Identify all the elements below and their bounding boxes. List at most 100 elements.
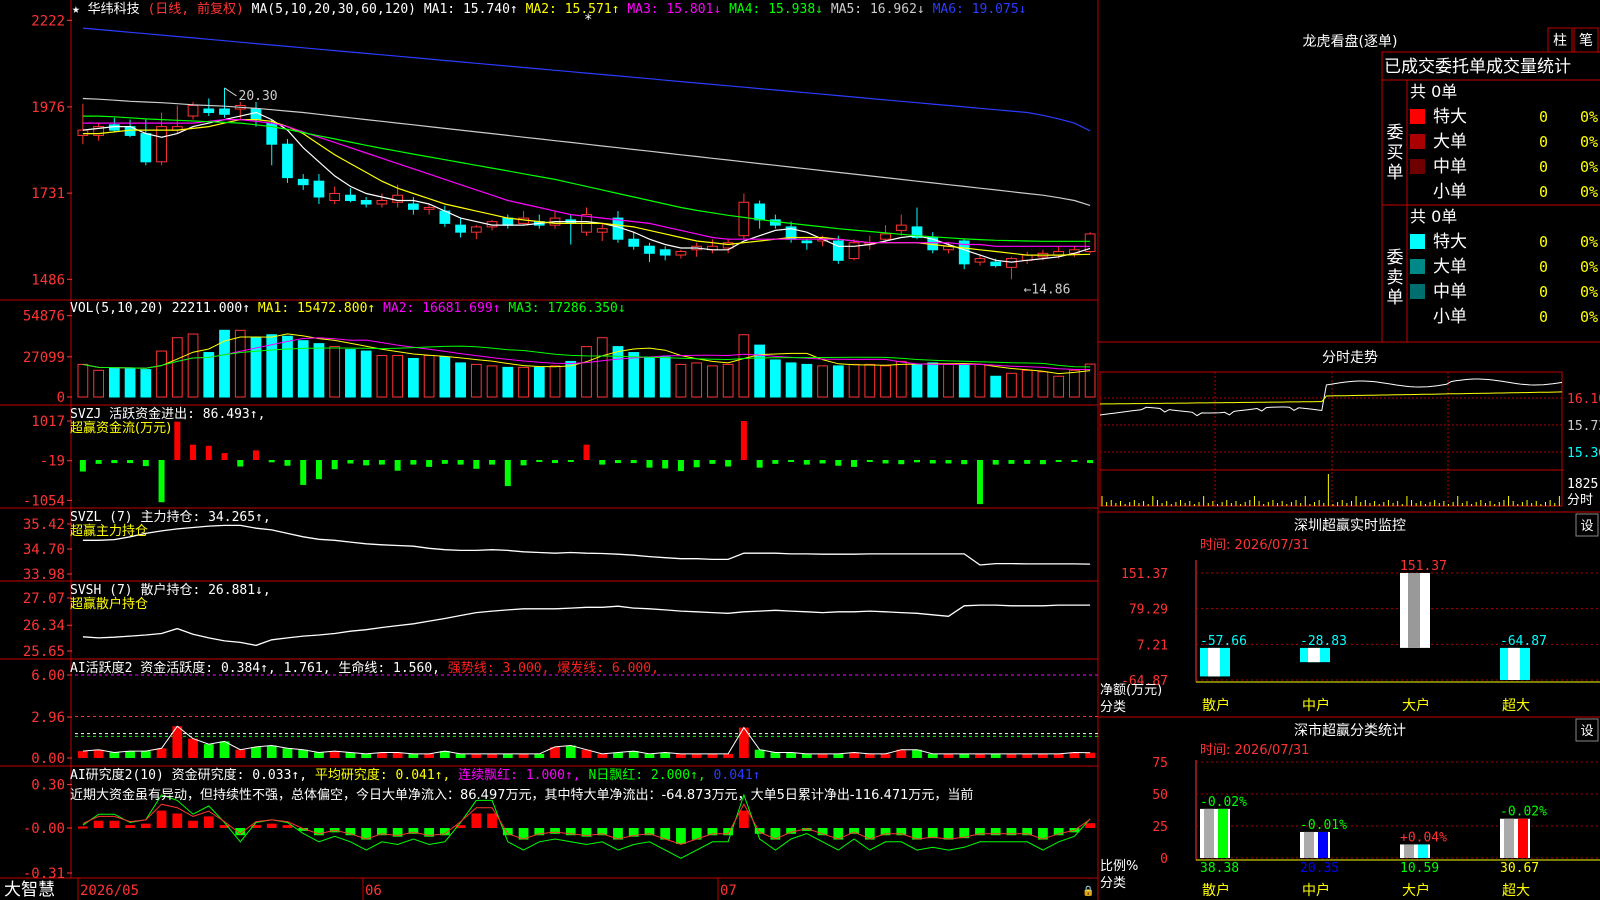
ma-value: MA6: 19.075↓ [933, 2, 1027, 17]
ma-line-ma5 [82, 97, 1091, 206]
svzj-bar [284, 460, 291, 466]
stats-title: 深市超赢分类统计 [1294, 722, 1406, 739]
svzj-bar [79, 460, 86, 472]
svzj-bar [190, 444, 197, 460]
candle-body [801, 240, 813, 244]
research-comment-box: 近期大资金虽有异动，但持续性不强，总体偏空，今日大单净流入：86.497万元，其… [70, 788, 973, 803]
svzj-bar [803, 460, 810, 465]
svzj-bar [252, 450, 259, 460]
volume-bar [864, 363, 876, 398]
svzj-bar [976, 460, 983, 505]
research-header: AI研究度2(10) 资金研究度: 0.033↑, 平均研究度: 0.041↑,… [70, 767, 761, 783]
volume-axis-label: 54876 [23, 309, 65, 325]
monitor-category: 中户 [1302, 697, 1330, 714]
ai-activity-bar [502, 753, 513, 758]
volume-bar [785, 362, 797, 398]
svzj-bar [394, 460, 401, 471]
volume-bar [470, 363, 482, 398]
monitor-category: 大户 [1402, 697, 1430, 714]
svzj-bar [929, 460, 936, 464]
stats-axis-label: 75 [1152, 756, 1168, 771]
research-header-item: N日飘红: 2.000↑, [588, 767, 713, 783]
buy-orders-row-count: 0 [1539, 158, 1548, 176]
ai-activity-bar [156, 748, 167, 758]
stock-analysis-screen: 222219761731148620.30←14.86*★ 华纬科技 (日线, … [0, 0, 1600, 900]
volume-bar [769, 359, 781, 398]
ma-params: MA(5,10,20,30,60,120) [252, 2, 424, 17]
buy-orders-row-count: 0 [1539, 108, 1548, 126]
ai-activity-bar [534, 753, 545, 758]
svzj-bar [1055, 460, 1062, 462]
monitor-cat-label: 分类 [1100, 700, 1126, 715]
monitor-bar-shade [1308, 647, 1320, 663]
research-bar [471, 813, 482, 828]
ai-activity-bar [565, 745, 576, 758]
sell-orders: 委卖单 共 0单特大 0 0% 大单 0 0% 中单 0 0% 小单 0 0% [1387, 207, 1599, 327]
research-bar [77, 826, 88, 829]
svzj-bar [205, 445, 212, 460]
svzj-bar [457, 460, 464, 465]
candle-body [392, 194, 404, 203]
candle-body [470, 226, 482, 233]
ai-activity-bar [219, 741, 230, 758]
price-axis-label: 1976 [31, 100, 65, 116]
stats-bar-1 [1300, 831, 1330, 858]
volume-label: VOL(5,10,20) [70, 301, 172, 316]
ai-activity-bar [975, 753, 985, 758]
stats-bar-change: +0.04% [1400, 830, 1447, 845]
ai-activity-bar [93, 749, 104, 758]
buy-orders-side-char: 委 [1387, 123, 1404, 143]
research-bar [188, 820, 198, 828]
svzj-bar [583, 444, 590, 460]
sell-orders-color-swatch [1410, 309, 1425, 324]
stats-bar-value: 10.59 [1400, 861, 1439, 876]
volume-bar [707, 365, 718, 398]
ai-activity-bar [455, 753, 466, 758]
volume-bar [156, 350, 167, 398]
research-bar [125, 825, 135, 828]
ai-axis-label: 0.00 [31, 751, 65, 767]
stats-bar-change: -0.01% [1300, 818, 1347, 833]
stats-axis-label: 25 [1152, 820, 1168, 835]
intraday-title: 分时走势 [1322, 350, 1378, 366]
ai-activity-bar [1053, 753, 1064, 758]
stats-bar-accent [1518, 818, 1528, 858]
research-bar [739, 810, 749, 828]
monitor-category: 散户 [1202, 697, 1230, 714]
stats-bar-2 [1400, 844, 1430, 858]
stats-category: 大户 [1402, 882, 1430, 899]
svzj-bar [851, 460, 858, 467]
buy-orders-total: 共 0单 [1410, 82, 1457, 101]
ma-line-ma1 [82, 111, 1091, 263]
ai-activity-bar [707, 753, 718, 758]
sell-orders-row-label: 中单 [1433, 282, 1467, 302]
svzj-bar [237, 460, 244, 467]
volume-axis-label: 27099 [23, 350, 65, 366]
buy-orders-row-label: 中单 [1433, 157, 1467, 177]
monitor-bar-value: -28.83 [1300, 634, 1347, 649]
volume-bar [203, 352, 215, 398]
candle-body [644, 245, 655, 254]
volume-bar [596, 337, 608, 398]
svzj-bar [788, 460, 795, 462]
volume-bar [518, 366, 529, 398]
sell-orders-row-label: 小单 [1433, 307, 1467, 327]
volume-bar [549, 365, 561, 398]
svzj-bar [945, 460, 952, 464]
volume-bar [895, 360, 907, 398]
order-section-title: 已成交委托单成交量统计 [1384, 57, 1571, 77]
volume-bar [722, 363, 734, 398]
candle-body [895, 224, 907, 231]
sell-orders-side-char: 卖 [1387, 268, 1404, 288]
monitor-bar-shade [1208, 647, 1220, 677]
sell-orders-row-count: 0 [1539, 233, 1548, 251]
svzj-bar [111, 460, 118, 464]
buy-orders-row-pct: 0% [1580, 133, 1598, 151]
ai-activity-bar [298, 749, 309, 758]
svzj-bar [1039, 460, 1046, 465]
monitor-bar-value: 151.37 [1400, 559, 1447, 574]
stock-name: 华纬科技 [88, 2, 148, 17]
ai-activity-bar [833, 753, 844, 758]
stats-settings-label: 设 [1580, 724, 1593, 739]
volume-bar [392, 355, 404, 398]
